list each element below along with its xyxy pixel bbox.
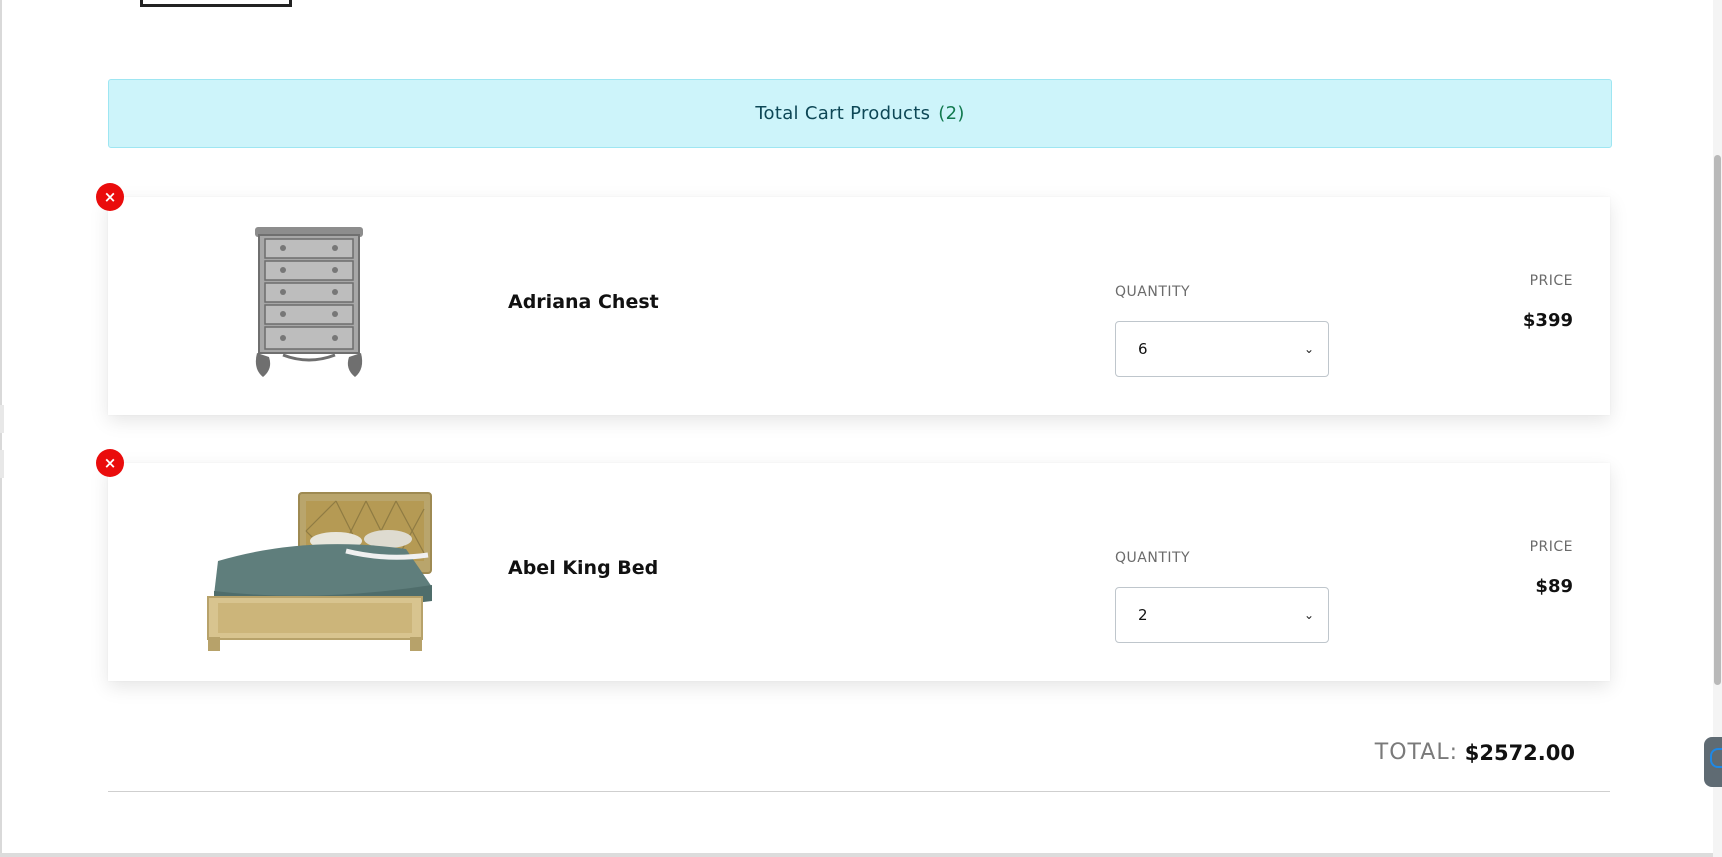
cart-item: Abel King Bed QUANTITY 2 ⌄ PRICE $89 [108, 463, 1610, 681]
chest-of-drawers-icon [243, 219, 373, 384]
close-icon: × [103, 188, 117, 206]
remove-item-button[interactable]: × [96, 449, 124, 477]
close-icon: × [103, 454, 117, 472]
banner-label: Total Cart Products [755, 103, 931, 124]
price-value: $399 [1522, 310, 1573, 331]
king-bed-icon [196, 491, 436, 653]
product-name[interactable]: Abel King Bed [508, 557, 658, 579]
remove-item-button[interactable]: × [96, 183, 124, 211]
quantity-value: 2 [1138, 606, 1148, 624]
top-partial-button[interactable] [140, 0, 292, 7]
total-label: TOTAL: [1374, 740, 1458, 765]
chevron-down-icon: ⌄ [1303, 342, 1314, 356]
quantity-label: QUANTITY [1115, 284, 1191, 300]
left-edge-marker [0, 405, 4, 433]
cart-total: TOTAL: $2572.00 [108, 738, 1610, 772]
quantity-select[interactable]: 2 ⌄ [1115, 587, 1329, 643]
scrollbar-thumb[interactable] [1714, 155, 1721, 685]
page-edge-bottom [0, 853, 1722, 857]
total-value: $2572.00 [1464, 741, 1575, 765]
quantity-value: 6 [1138, 340, 1148, 358]
chevron-down-icon: ⌄ [1303, 608, 1314, 622]
side-widget-icon [1710, 748, 1722, 768]
product-name[interactable]: Adriana Chest [508, 291, 659, 313]
cart-count-banner: Total Cart Products (2) [108, 79, 1612, 148]
quantity-label: QUANTITY [1115, 550, 1191, 566]
divider [108, 791, 1610, 792]
price-label: PRICE [1529, 539, 1573, 555]
cart-item: Adriana Chest QUANTITY 6 ⌄ PRICE $399 [108, 197, 1610, 415]
price-label: PRICE [1529, 273, 1573, 289]
quantity-select[interactable]: 6 ⌄ [1115, 321, 1329, 377]
left-edge-marker [0, 450, 4, 478]
price-value: $89 [1535, 576, 1573, 597]
banner-count: (2) [938, 103, 965, 124]
